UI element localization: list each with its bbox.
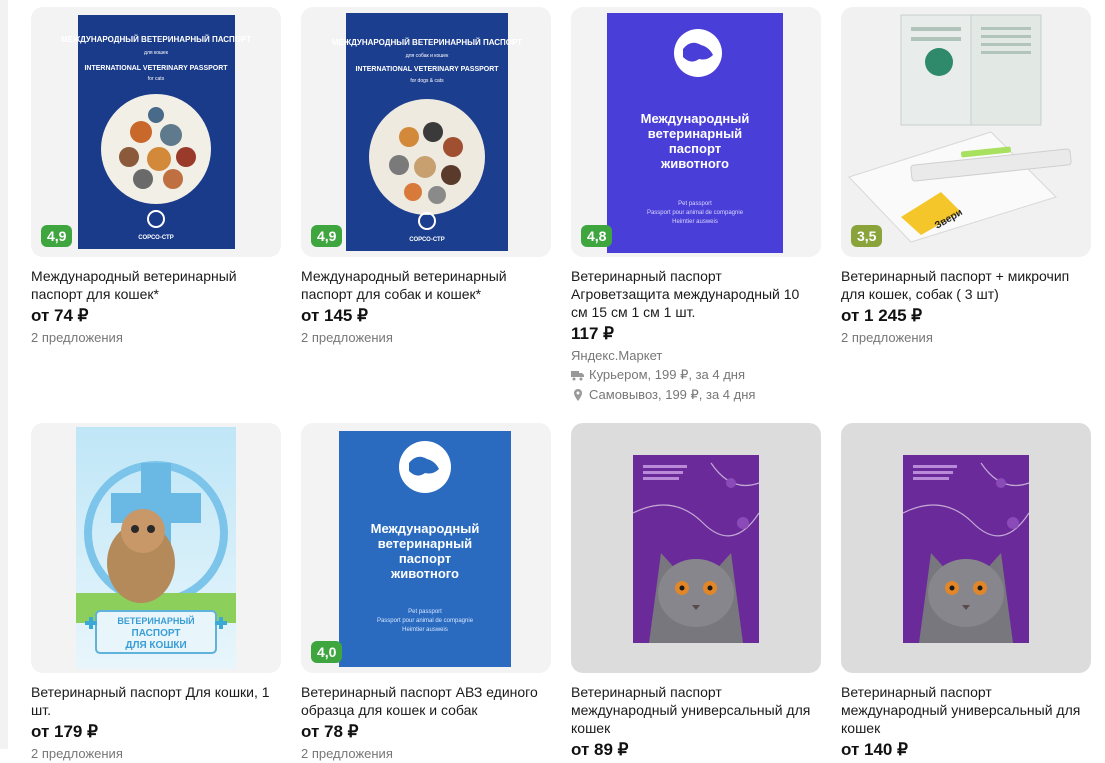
product-card[interactable]: МЕЖДУНАРОДНЫЙ ВЕТЕРИНАРНЫЙ ПАСПОРТ для с… xyxy=(301,7,551,347)
svg-text:Международный: Международный xyxy=(371,521,480,536)
svg-text:МЕЖДУНАРОДНЫЙ ВЕТЕРИНАРНЫЙ ПАС: МЕЖДУНАРОДНЫЙ ВЕТЕРИНАРНЫЙ ПАСПОРТ xyxy=(61,35,251,44)
product-title[interactable]: Ветеринарный паспорт АВЗ единого образца… xyxy=(301,683,547,719)
product-image[interactable]: Международный ветеринарный паспорт живот… xyxy=(301,423,551,673)
svg-text:ПАСПОРТ: ПАСПОРТ xyxy=(132,628,181,639)
rating-badge: 4,9 xyxy=(311,225,343,247)
svg-text:ветеринарный: ветеринарный xyxy=(648,126,742,141)
product-image[interactable]: Международный ветеринарный паспорт живот… xyxy=(571,7,821,257)
delivery-courier-text: Курьером, 199 ₽, за 4 дня xyxy=(589,367,746,382)
offers-link[interactable]: 2 предложения xyxy=(31,329,281,347)
product-card[interactable]: Ветеринарный паспорт международный униве… xyxy=(571,423,821,761)
product-price: от 179 ₽ xyxy=(31,722,98,741)
svg-text:for dogs & cats: for dogs & cats xyxy=(410,78,444,84)
product-card[interactable]: ВЕТЕРИНАРНЫЙ ПАСПОРТ ДЛЯ КОШКИ Ветеринар… xyxy=(31,423,281,763)
product-card[interactable]: Ветеринарный паспорт международный униве… xyxy=(841,423,1091,761)
product-title[interactable]: Ветеринарный паспорт Для кошки, 1 шт. xyxy=(31,683,277,719)
svg-text:животного: животного xyxy=(660,156,729,171)
svg-text:INTERNATIONAL VETERINARY PASSP: INTERNATIONAL VETERINARY PASSPORT xyxy=(355,66,499,73)
product-card[interactable]: МЕЖДУНАРОДНЫЙ ВЕТЕРИНАРНЫЙ ПАСПОРТ для к… xyxy=(31,7,281,347)
product-title[interactable]: Международный ветеринарный паспорт для к… xyxy=(31,267,277,303)
product-price: от 74 ₽ xyxy=(31,306,89,325)
product-title[interactable]: Ветеринарный паспорт международный униве… xyxy=(841,683,1087,737)
svg-text:Heimtier ausweis: Heimtier ausweis xyxy=(402,627,448,633)
product-card[interactable]: Международный ветеринарный паспорт живот… xyxy=(571,7,821,405)
product-title[interactable]: Ветеринарный паспорт международный униве… xyxy=(571,683,817,737)
product-image[interactable]: Звери 3,5 xyxy=(841,7,1091,257)
svg-text:СОРСО-СТР: СОРСО-СТР xyxy=(138,235,173,241)
svg-text:ДЛЯ КОШКИ: ДЛЯ КОШКИ xyxy=(125,640,186,651)
product-title[interactable]: Международный ветеринарный паспорт для с… xyxy=(301,267,547,303)
svg-text:Heimtier ausweis: Heimtier ausweis xyxy=(672,219,718,225)
product-price: от 78 ₽ xyxy=(301,722,359,741)
svg-text:ветеринарный: ветеринарный xyxy=(378,536,472,551)
rating-badge: 4,8 xyxy=(581,225,613,247)
passport-cover-image xyxy=(632,455,760,643)
svg-text:паспорт: паспорт xyxy=(399,551,451,566)
left-scroll-strip xyxy=(0,0,8,749)
svg-text:for cats: for cats xyxy=(148,76,165,82)
svg-text:INTERNATIONAL VETERINARY PASSP: INTERNATIONAL VETERINARY PASSPORT xyxy=(84,65,228,72)
passport-cover-image: МЕЖДУНАРОДНЫЙ ВЕТЕРИНАРНЫЙ ПАСПОРТ для к… xyxy=(61,15,251,249)
product-image[interactable] xyxy=(841,423,1091,673)
svg-text:МЕЖДУНАРОДНЫЙ ВЕТЕРИНАРНЫЙ ПАС: МЕЖДУНАРОДНЫЙ ВЕТЕРИНАРНЫЙ ПАСПОРТ xyxy=(332,38,522,47)
passport-cover-image: МЕЖДУНАРОДНЫЙ ВЕТЕРИНАРНЫЙ ПАСПОРТ для с… xyxy=(332,13,522,251)
delivery-pickup: Самовывоз, 199 ₽, за 4 дня xyxy=(571,385,821,405)
passport-cover-image xyxy=(902,455,1030,643)
passport-cover-image: Международный ветеринарный паспорт живот… xyxy=(339,431,511,667)
svg-text:Passport pour animal de compag: Passport pour animal de compagnie xyxy=(647,210,744,216)
offers-link[interactable]: 2 предложения xyxy=(841,329,1091,347)
product-price: от 145 ₽ xyxy=(301,306,368,325)
offers-link[interactable]: 2 предложения xyxy=(301,329,551,347)
svg-text:Pet passport: Pet passport xyxy=(408,609,442,615)
product-card[interactable]: Международный ветеринарный паспорт живот… xyxy=(301,423,551,763)
svg-text:СОРСО-СТР: СОРСО-СТР xyxy=(409,237,444,243)
product-price: от 89 ₽ xyxy=(571,740,629,759)
svg-text:Passport pour animal de compag: Passport pour animal de compagnie xyxy=(377,618,474,624)
product-image[interactable]: МЕЖДУНАРОДНЫЙ ВЕТЕРИНАРНЫЙ ПАСПОРТ для с… xyxy=(301,7,551,257)
truck-icon xyxy=(571,371,584,381)
product-title[interactable]: Ветеринарный паспорт Агроветзащита между… xyxy=(571,267,817,321)
product-price: от 140 ₽ xyxy=(841,740,908,759)
svg-text:для кошек: для кошек xyxy=(144,50,169,56)
product-price: 117 ₽ xyxy=(571,324,614,343)
product-image[interactable]: МЕЖДУНАРОДНЫЙ ВЕТЕРИНАРНЫЙ ПАСПОРТ для к… xyxy=(31,7,281,257)
svg-text:Международный: Международный xyxy=(641,111,750,126)
rating-badge: 4,9 xyxy=(41,225,73,247)
location-pin-icon xyxy=(574,389,582,401)
svg-text:животного: животного xyxy=(390,566,459,581)
rating-badge: 4,0 xyxy=(311,641,343,663)
rating-badge: 3,5 xyxy=(851,225,883,247)
passport-cover-image: Международный ветеринарный паспорт живот… xyxy=(607,13,783,253)
seller-name: Яндекс.Маркет xyxy=(571,348,663,363)
svg-text:для собак и кошек: для собак и кошек xyxy=(406,53,449,59)
product-image[interactable]: ВЕТЕРИНАРНЫЙ ПАСПОРТ ДЛЯ КОШКИ xyxy=(31,423,281,673)
offers-link[interactable]: 2 предложения xyxy=(31,745,281,763)
svg-text:ВЕТЕРИНАРНЫЙ: ВЕТЕРИНАРНЫЙ xyxy=(117,615,194,626)
svg-text:Pet passport: Pet passport xyxy=(678,201,712,207)
delivery-courier: Курьером, 199 ₽, за 4 дня xyxy=(571,365,821,385)
passport-cover-image: ВЕТЕРИНАРНЫЙ ПАСПОРТ ДЛЯ КОШКИ xyxy=(76,427,236,669)
offers-link[interactable]: 2 предложения xyxy=(301,745,551,763)
svg-text:паспорт: паспорт xyxy=(669,141,721,156)
passport-microchip-image: Звери xyxy=(848,14,1072,243)
product-price: от 1 245 ₽ xyxy=(841,306,923,325)
product-card[interactable]: Звери 3,5 Ветеринарный паспорт + микрочи… xyxy=(841,7,1091,347)
delivery-pickup-text: Самовывоз, 199 ₽, за 4 дня xyxy=(589,387,756,402)
product-title[interactable]: Ветеринарный паспорт + микрочип для коше… xyxy=(841,267,1087,303)
product-image[interactable] xyxy=(571,423,821,673)
